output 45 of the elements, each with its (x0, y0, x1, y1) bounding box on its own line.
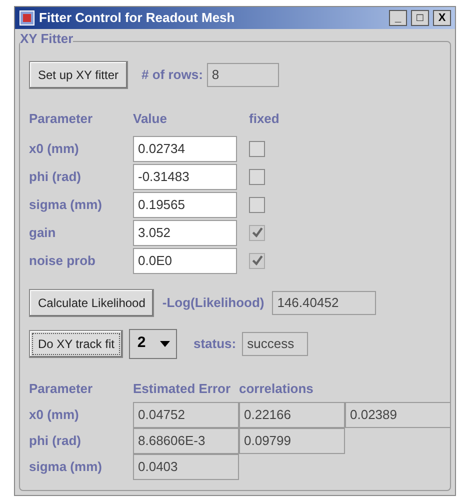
status-field: success (242, 332, 308, 356)
window-title: Fitter Control for Readout Mesh (39, 9, 236, 28)
fixed-checkbox[interactable] (249, 196, 265, 212)
parameter-label: phi (rad) (29, 432, 82, 450)
column-header: Estimated Error (133, 380, 232, 398)
table-cell: 8.68606E-3 (133, 428, 239, 454)
calculate-button[interactable]: Calculate Likelihood (29, 288, 154, 316)
status-label: status: (193, 334, 236, 353)
likelihood-label: -Log(Likelihood) (162, 294, 264, 312)
column-header: correlations (239, 380, 314, 398)
value-field[interactable]: -0.31483 (133, 164, 237, 190)
table-cell: 0.22166 (239, 402, 345, 428)
window-control-button[interactable]: □ (411, 10, 429, 26)
column-header: Parameter (29, 110, 94, 128)
fixed-checkbox[interactable] (249, 140, 265, 156)
setup-button[interactable]: Set up XY fitter (29, 61, 128, 89)
fit-button[interactable]: Do XY track fit (29, 330, 124, 358)
window-control-button[interactable]: X (433, 10, 451, 26)
parameter-label: x0 (mm) (29, 406, 80, 424)
value-field[interactable]: 0.02734 (133, 136, 237, 162)
count-dropdown[interactable]: 2 (129, 328, 178, 358)
table-cell: 0.04752 (133, 402, 239, 428)
parameter-label: noise prob (29, 252, 96, 270)
parameter-label: phi (rad) (29, 168, 82, 186)
window-control-button[interactable]: _ (389, 10, 407, 26)
column-header: Value (133, 110, 168, 128)
rows-label: # of rows: (142, 66, 203, 84)
fixed-checkbox[interactable] (249, 168, 265, 184)
app-icon (19, 10, 35, 26)
check-icon (252, 255, 262, 266)
table-cell: 0.0403 (133, 454, 239, 480)
parameter-label: sigma (mm) (29, 196, 103, 214)
parameter-label: sigma (mm) (29, 458, 103, 476)
likelihood-field: 146.40452 (272, 290, 376, 314)
column-header: fixed (249, 110, 280, 128)
table-cell: 0.02389 (345, 402, 451, 428)
parameter-label: x0 (mm) (29, 140, 80, 158)
caret-icon (160, 340, 170, 346)
rows-field: 8 (206, 63, 279, 87)
check-icon (252, 227, 262, 238)
table-cell: 0.09799 (239, 428, 345, 454)
column-header: Parameter (29, 380, 94, 398)
value-field[interactable]: 0.19565 (133, 192, 237, 218)
parameter-label: gain (29, 224, 57, 242)
group-title: XY Fitter (20, 32, 74, 45)
